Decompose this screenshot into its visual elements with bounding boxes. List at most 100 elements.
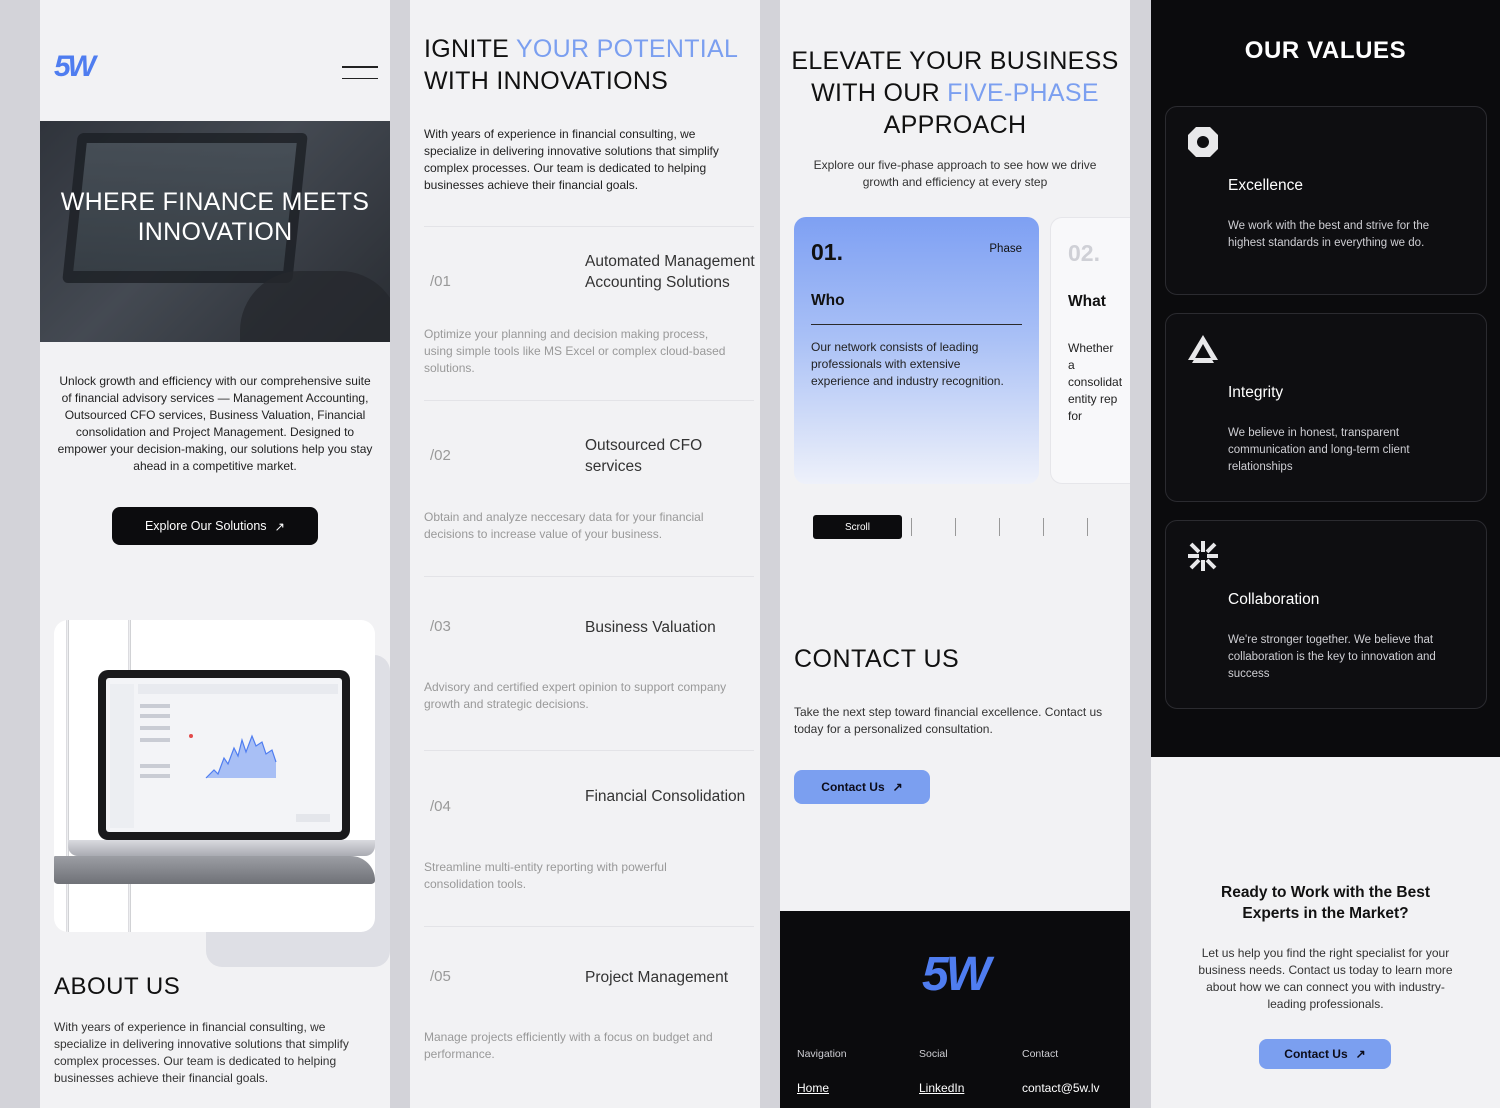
service-desc: Advisory and certified expert opinion to… — [424, 680, 727, 711]
laptop-base — [68, 840, 375, 856]
footer-link-home[interactable]: Home — [797, 1081, 829, 1095]
phase-title: What — [1068, 293, 1106, 310]
scroll-tick[interactable] — [911, 518, 912, 536]
hero-title: WHERE FINANCE MEETS INNOVATION — [60, 188, 370, 246]
octagon-ring-icon — [1188, 127, 1218, 157]
service-desc: Optimize your planning and decision maki… — [424, 327, 726, 375]
ready-text: Let us help you find the right specialis… — [1198, 946, 1453, 1011]
contact-us-label: Contact Us — [821, 780, 885, 794]
about-title: ABOUT US — [54, 973, 181, 1000]
laptop-illustration — [98, 670, 350, 840]
contact-text: Take the next step toward financial exce… — [794, 705, 1103, 736]
service-number: /04 — [430, 798, 451, 815]
mobile-screen-values: OUR VALUES Excellence We work with the b… — [1151, 0, 1500, 1108]
contact-us-button[interactable]: Contact Us ↗ — [794, 770, 930, 804]
mobile-screen-home: 5W WHERE FINANCE MEETS INNOVATION Unlock… — [40, 0, 390, 1108]
service-number: /02 — [430, 447, 451, 464]
scroll-tick[interactable] — [955, 518, 956, 536]
laptop-notch — [209, 670, 239, 678]
services-intro: With years of experience in financial co… — [424, 127, 719, 192]
service-desc: Obtain and analyze neccesary data for yo… — [424, 510, 704, 541]
footer-heading: Contact — [1022, 1048, 1059, 1060]
service-number: /05 — [430, 968, 451, 985]
phase-number: 01. — [811, 239, 843, 265]
footer-link-linkedin[interactable]: LinkedIn — [919, 1081, 964, 1095]
about-text: With years of experience in financial co… — [54, 1020, 349, 1085]
service-title: Business Valuation — [585, 619, 716, 636]
service-desc: Streamline multi-entity reporting with p… — [424, 860, 667, 891]
value-title: Integrity — [1228, 384, 1284, 401]
service-item[interactable]: /02 Outsourced CFO services Obtain and a… — [424, 400, 754, 576]
services-title: IGNITE YOUR POTENTIAL WITH INNOVATIONS — [424, 33, 754, 97]
service-title: Project Management — [585, 969, 729, 986]
stand-shelf — [54, 856, 375, 884]
asterisk-icon — [1188, 541, 1218, 571]
dashboard-chart — [110, 684, 338, 828]
contact-title: CONTACT US — [794, 645, 960, 673]
explore-solutions-button[interactable]: Explore Our Solutions ↗ — [112, 507, 318, 545]
scroll-tick[interactable] — [1087, 518, 1088, 536]
ready-title-text: Ready to Work with the Best Experts in t… — [1221, 884, 1430, 922]
value-card: Excellence We work with the best and str… — [1165, 106, 1487, 295]
ready-contact-button[interactable]: Contact Us ↗ — [1259, 1039, 1391, 1069]
footer-heading: Social — [919, 1048, 948, 1060]
service-title: Financial Consolidation — [585, 788, 746, 805]
value-desc: We're stronger together. We believe that… — [1228, 634, 1436, 680]
hamburger-icon[interactable] — [342, 66, 378, 89]
service-item[interactable]: /01 Automated Management Accounting Solu… — [424, 226, 755, 400]
ready-title: Ready to Work with the Best Experts in t… — [1151, 882, 1500, 924]
service-item[interactable]: /05 Project Management Manage projects e… — [424, 926, 754, 1108]
scroll-indicator-button[interactable]: Scroll — [813, 515, 902, 539]
laptop-screen — [106, 678, 342, 832]
value-desc: We work with the best and strive for the… — [1228, 220, 1430, 249]
footer-heading: Navigation — [797, 1048, 847, 1060]
brand-logo[interactable]: 5W — [54, 50, 96, 84]
service-number: /03 — [430, 618, 451, 635]
footer-logo[interactable]: 5W — [922, 947, 991, 1002]
phase-card[interactable]: 02. What Whether a consolidated entity r… — [1050, 217, 1130, 484]
contact-us-label: Contact Us — [1284, 1047, 1348, 1061]
title-accent: FIVE-PHASE — [947, 79, 1099, 107]
title-part: APPROACH — [883, 111, 1027, 139]
phase-title: Who — [811, 292, 845, 309]
value-title: Excellence — [1228, 177, 1303, 194]
value-title: Collaboration — [1228, 591, 1320, 608]
service-desc: Manage projects efficiently with a focus… — [424, 1030, 713, 1061]
mobile-screen-services: IGNITE YOUR POTENTIAL WITH INNOVATIONS W… — [410, 0, 760, 1108]
scroll-tick[interactable] — [999, 518, 1000, 536]
title-accent: YOUR POTENTIAL — [515, 35, 739, 63]
service-item[interactable]: /03 Business Valuation Advisory and cert… — [424, 576, 754, 750]
service-title: Outsourced CFO services — [585, 437, 703, 475]
values-section: OUR VALUES Excellence We work with the b… — [1151, 0, 1500, 757]
mobile-screen-approach: ELEVATE YOUR BUSINESS WITH OUR FIVE-PHAS… — [780, 0, 1130, 1108]
phase-desc: Whether a consolidated entity rep for st… — [1068, 341, 1122, 420]
title-part: IGNITE — [424, 35, 516, 63]
footer-link-email[interactable]: contact@5w.lv — [1022, 1081, 1100, 1095]
hero-banner: WHERE FINANCE MEETS INNOVATION — [40, 121, 390, 342]
intro-text: Unlock growth and efficiency with our co… — [57, 374, 373, 473]
phase-label: Phase — [989, 243, 1022, 255]
phase-card[interactable]: 01. Phase Who Our network consists of le… — [794, 217, 1039, 484]
stand-pole — [66, 620, 69, 932]
laptop-image-card — [54, 620, 375, 932]
approach-intro: Explore our five-phase approach to see h… — [813, 158, 1097, 189]
service-item[interactable]: /04 Financial Consolidation Streamline m… — [424, 750, 754, 926]
approach-title: ELEVATE YOUR BUSINESS WITH OUR FIVE-PHAS… — [780, 45, 1130, 141]
value-desc: We believe in honest, transparent commun… — [1228, 427, 1410, 473]
scroll-tick[interactable] — [1043, 518, 1044, 536]
phase-desc: Our network consists of leading professi… — [811, 340, 1004, 388]
service-number: /01 — [430, 273, 451, 290]
explore-solutions-label: Explore Our Solutions — [144, 519, 267, 533]
service-title: Automated Management Accounting Solution… — [585, 253, 755, 291]
footer: 5W Navigation Social Contact Home Linked… — [780, 911, 1130, 1108]
values-title: OUR VALUES — [1244, 37, 1407, 64]
triangle-icon — [1188, 335, 1218, 363]
value-card: Integrity We believe in honest, transpar… — [1165, 313, 1487, 502]
divider — [811, 324, 1022, 325]
arrow-up-right-icon: ↗ — [1355, 1047, 1366, 1061]
arrow-up-right-icon: ↗ — [274, 519, 286, 534]
phase-number: 02. — [1068, 240, 1100, 266]
value-card: Collaboration We're stronger together. W… — [1165, 520, 1487, 709]
title-part: WITH INNOVATIONS — [424, 67, 669, 95]
arrow-up-right-icon: ↗ — [892, 780, 903, 794]
